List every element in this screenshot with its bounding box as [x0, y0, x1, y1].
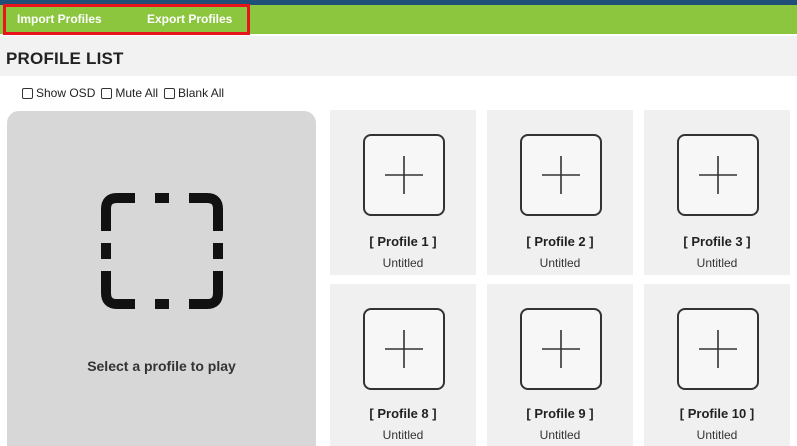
- profile-subtitle: Untitled: [382, 428, 424, 442]
- plus-icon: [385, 156, 423, 194]
- mute-all-label: Mute All: [115, 86, 159, 100]
- plus-icon: [385, 330, 423, 368]
- profile-tile-2[interactable]: [ Profile 2 ] Untitled: [487, 110, 633, 275]
- add-profile-button[interactable]: [520, 134, 602, 216]
- plus-icon: [542, 330, 580, 368]
- toggle-row: Show OSD Mute All Blank All: [22, 86, 230, 100]
- blank-all-checkbox[interactable]: [164, 87, 176, 99]
- show-osd-label: Show OSD: [36, 86, 96, 100]
- add-profile-button[interactable]: [363, 134, 445, 216]
- page-title: PROFILE LIST: [6, 49, 124, 68]
- plus-icon: [699, 330, 737, 368]
- blank-all-label: Blank All: [178, 86, 225, 100]
- profile-subtitle: Untitled: [539, 256, 581, 270]
- profile-subtitle: Untitled: [696, 256, 738, 270]
- profile-tile-3[interactable]: [ Profile 3 ] Untitled: [644, 110, 790, 275]
- profile-name: [ Profile 1 ]: [369, 234, 437, 249]
- profile-tile-8[interactable]: [ Profile 8 ] Untitled: [330, 284, 476, 446]
- show-osd-checkbox[interactable]: [22, 87, 33, 99]
- player-prompt: Select a profile to play: [87, 358, 236, 374]
- add-profile-button[interactable]: [363, 308, 445, 390]
- show-osd-toggle[interactable]: Show OSD: [22, 86, 95, 100]
- add-profile-button[interactable]: [677, 308, 759, 390]
- dashed-select-icon: [101, 193, 223, 309]
- profile-name: [ Profile 9 ]: [526, 406, 594, 421]
- mute-all-toggle[interactable]: Mute All: [101, 86, 158, 100]
- profile-name: [ Profile 2 ]: [526, 234, 594, 249]
- profile-subtitle: Untitled: [382, 256, 424, 270]
- profile-name: [ Profile 10 ]: [679, 406, 755, 421]
- profile-tile-9[interactable]: [ Profile 9 ] Untitled: [487, 284, 633, 446]
- profile-tile-10[interactable]: [ Profile 10 ] Untitled: [644, 284, 790, 446]
- add-profile-button[interactable]: [677, 134, 759, 216]
- export-profiles-link[interactable]: Export Profiles: [147, 12, 232, 26]
- mute-all-checkbox[interactable]: [101, 87, 113, 99]
- profile-subtitle: Untitled: [539, 428, 581, 442]
- profile-name: [ Profile 8 ]: [369, 406, 437, 421]
- profile-tile-1[interactable]: [ Profile 1 ] Untitled: [330, 110, 476, 275]
- player-panel: Select a profile to play: [7, 111, 316, 446]
- import-profiles-link[interactable]: Import Profiles: [17, 12, 102, 26]
- add-profile-button[interactable]: [520, 308, 602, 390]
- profile-subtitle: Untitled: [696, 428, 738, 442]
- plus-icon: [542, 156, 580, 194]
- profile-name: [ Profile 3 ]: [683, 234, 751, 249]
- plus-icon: [699, 156, 737, 194]
- blank-all-toggle[interactable]: Blank All: [164, 86, 224, 100]
